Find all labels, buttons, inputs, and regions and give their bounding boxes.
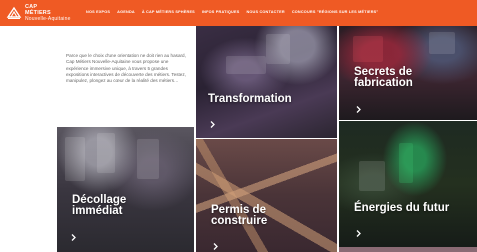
tile-permis-de-construire[interactable]: Permis de construire <box>196 139 337 252</box>
tile-title: Transformation <box>208 93 292 105</box>
logo-mark-icon <box>6 5 22 21</box>
chevron-right-icon <box>356 106 361 113</box>
tile-photo-panel <box>429 32 455 54</box>
nav-item-infos-pratiques[interactable]: INFOS PRATIQUES <box>202 10 240 14</box>
tile-photo-machine <box>226 56 266 74</box>
nav-item-nos-expos[interactable]: NOS EXPOS <box>86 10 110 14</box>
chevron-right-icon <box>71 234 76 241</box>
nav-item-spheres[interactable]: À CAP MÉTIERS SPHÈRES <box>142 10 195 14</box>
next-tile-preview <box>339 247 477 252</box>
tile-photo-person <box>97 133 115 173</box>
chevron-right-icon <box>356 230 361 237</box>
tile-title: Énergies du futur <box>354 202 450 214</box>
tile-photo-figure <box>266 34 290 64</box>
tile-photo-device <box>359 161 385 191</box>
nav-item-concours[interactable]: CONCOURS "RÉGIONS SUR LES MÉTIERS" <box>292 10 379 14</box>
main-nav: NOS EXPOS AGENDA À CAP MÉTIERS SPHÈRES I… <box>86 10 378 14</box>
tile-photo-person <box>65 137 85 181</box>
intro-block: Parce que le choix d'une orientation ne … <box>57 26 196 127</box>
tile-photo-device <box>399 143 413 183</box>
tile-title: Secrets de fabrication <box>354 66 413 89</box>
tile-energies-du-futur[interactable]: Énergies du futur <box>339 121 477 247</box>
top-navigation-bar: CAP MÉTIERS Nouvelle-Aquitaine NOS EXPOS… <box>0 0 477 26</box>
cap-metiers-logo[interactable]: CAP MÉTIERS Nouvelle-Aquitaine <box>6 3 72 23</box>
tile-decollage-immediat[interactable]: Décollage immédiat <box>57 127 194 252</box>
tile-secrets-de-fabrication[interactable]: Secrets de fabrication <box>339 26 477 120</box>
logo-text: CAP MÉTIERS Nouvelle-Aquitaine <box>25 4 71 22</box>
tile-photo-person <box>137 139 159 179</box>
logo-line3: Nouvelle-Aquitaine <box>25 16 71 22</box>
nav-item-agenda[interactable]: AGENDA <box>117 10 135 14</box>
tile-title: Décollage immédiat <box>72 194 127 217</box>
intro-text: Parce que le choix d'une orientation ne … <box>66 53 186 84</box>
tile-transformation[interactable]: Transformation <box>196 26 337 138</box>
tile-title: Permis de construire <box>211 204 268 227</box>
nav-item-nous-contacter[interactable]: NOUS CONTACTER <box>246 10 284 14</box>
chevron-right-icon <box>213 243 218 250</box>
chevron-right-icon <box>210 121 215 128</box>
tile-photo-object <box>353 36 383 62</box>
